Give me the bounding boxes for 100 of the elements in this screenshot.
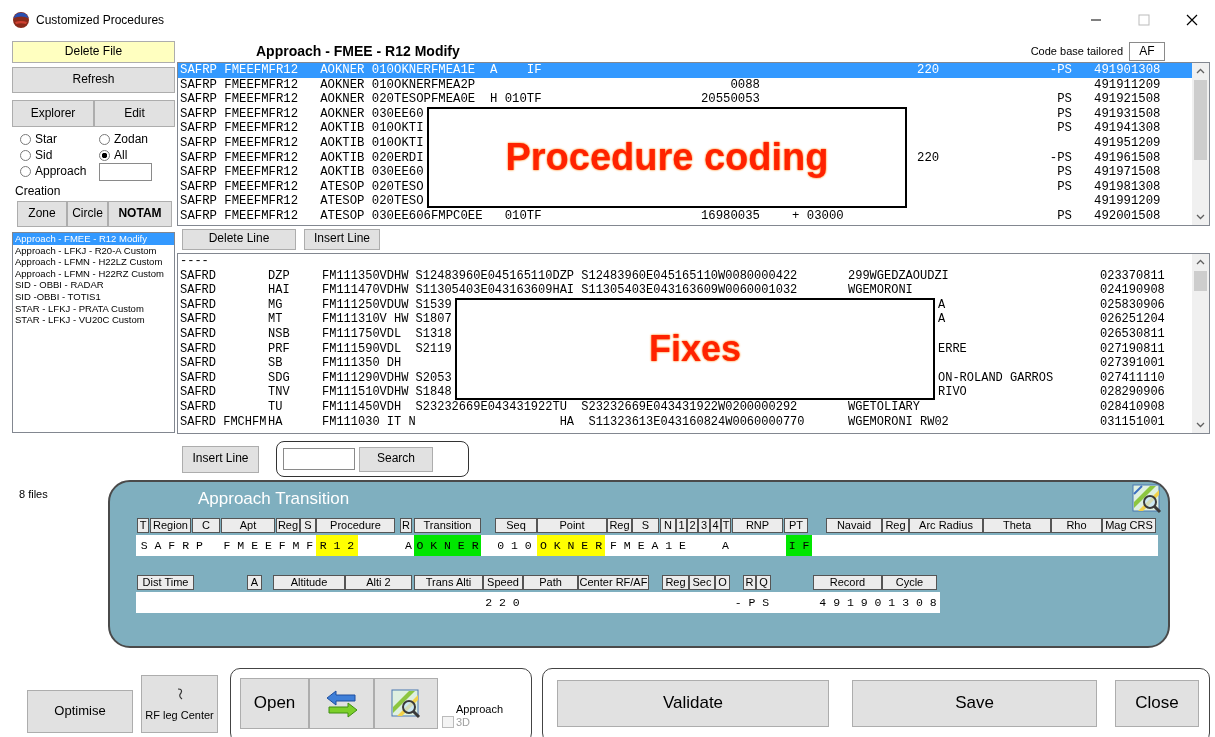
rf-leg-center-button[interactable]: RF leg Center	[141, 675, 218, 733]
fix-data: FM111310V HW S1807	[322, 312, 452, 327]
fix-ident: HA	[268, 414, 283, 429]
save-button[interactable]: Save	[852, 680, 1097, 727]
row-record: 491951209	[1094, 135, 1161, 150]
fix-data: FM111470VDHW S11305403E043163609HAI S11305403E043163609W0060001032	[322, 283, 798, 298]
close-button[interactable]: Close	[1115, 680, 1199, 727]
fix-record: 025830906	[1100, 297, 1165, 312]
annotation-label: Procedure coding	[505, 135, 829, 180]
fix-area: SAFRD FMCHFM	[180, 414, 267, 429]
fix-ident: MT	[268, 312, 283, 327]
file-list-item[interactable]: SID -OBBI - TOTIS1	[13, 290, 174, 303]
field-header: Point	[537, 518, 607, 533]
row-status: PS	[1057, 165, 1072, 180]
insert-line-button[interactable]: Insert Line	[182, 445, 259, 473]
row-record: 491901308	[1094, 63, 1161, 77]
close-icon[interactable]	[1186, 14, 1198, 26]
delete-file-button[interactable]: Delete File	[12, 41, 175, 63]
annotation-label: Fixes	[648, 327, 742, 371]
search-button[interactable]: Search	[359, 446, 433, 472]
optimise-button[interactable]: Optimise	[27, 690, 133, 733]
field-value: 0 1 0	[497, 538, 532, 554]
scrollbar-thumb[interactable]	[1194, 271, 1207, 291]
fix-record: 026530811	[1100, 326, 1165, 341]
field-header: N	[660, 518, 676, 533]
field-header: 2	[687, 518, 698, 533]
file-list-item[interactable]: STAR - LFKJ - VU20C Custom	[13, 314, 174, 326]
fix-ident: PRF	[268, 341, 290, 356]
file-list-item[interactable]: STAR - LFKJ - PRATA Custom	[13, 302, 174, 315]
field-value: 4 9 1 9 0 1 3 0 8	[818, 595, 938, 611]
delete-line-button[interactable]: Delete Line	[182, 228, 296, 250]
field-header: Sec	[689, 575, 715, 590]
edit-button[interactable]: Edit	[94, 100, 175, 127]
map-search-icon[interactable]	[1132, 484, 1162, 514]
code-base-field[interactable]: AF	[1129, 41, 1165, 61]
filter-field[interactable]	[99, 163, 152, 181]
file-list-item[interactable]: Approach - LFMN - H22LZ Custom	[13, 256, 174, 268]
field-header: Alti 2	[345, 575, 412, 590]
row-code: SAFRP FMEEFMFR12 ATESOP 030EE606FMPC0EE 010TF	[180, 208, 542, 223]
open-button[interactable]: Open	[240, 678, 309, 729]
checkbox-label: 3D	[456, 716, 471, 728]
file-list-item[interactable]: Approach - LFKJ - R20-A Custom	[13, 244, 174, 257]
row-code: SAFRP FMEEFMFR12 AOKNER 010OKNERFMEA1E A IF	[180, 63, 542, 77]
fix-record: 031151001	[1100, 414, 1165, 429]
radio-label: Approach	[35, 163, 87, 180]
field-value: I F	[786, 535, 812, 556]
field-header: S	[300, 518, 316, 533]
field-header: Trans Alti	[414, 575, 483, 590]
fix-data: FM111290VDHW S2053	[322, 370, 452, 385]
radio-label: Sid	[35, 147, 53, 164]
fix-data: FM111350 DH	[322, 356, 402, 371]
field-header: Seq	[495, 518, 537, 533]
field-header: Center RF/AF	[578, 575, 649, 590]
explorer-button[interactable]: Explorer	[12, 100, 94, 127]
radio-button[interactable]	[20, 149, 31, 161]
field-header: Cycle	[882, 575, 937, 590]
field-header: Altitude	[273, 575, 345, 590]
field-header: Region	[150, 518, 191, 533]
row-code: SAFRP FMEEFMFR12 AOKNER 020TESOPFMEA0E H 010TF	[180, 92, 542, 107]
fix-ident: DZP	[268, 268, 290, 283]
fix-area: SAFRD	[180, 297, 216, 312]
field-header: Q	[756, 575, 771, 590]
search-field[interactable]	[283, 448, 355, 470]
row-record: 491941308	[1094, 121, 1161, 136]
field-header: Procedure	[316, 518, 395, 533]
radio-button[interactable]	[20, 165, 31, 177]
creation-button[interactable]: Zone	[17, 201, 67, 227]
row-record: 492001508	[1094, 208, 1161, 223]
row-record: 491971508	[1094, 165, 1161, 180]
radio-button[interactable]	[99, 149, 110, 161]
fix-data: FM111030 IT N HA S11323613E043160824W0060000770	[322, 414, 805, 429]
fix-area: SAFRD	[180, 385, 216, 400]
refresh-button[interactable]: Refresh	[12, 67, 175, 93]
creation-label: Creation	[15, 183, 62, 199]
row-code: SAFRP FMEEFMFR12 ATESOP 020TESO	[180, 179, 424, 194]
radio-button[interactable]	[99, 133, 110, 145]
row-status: PS	[1057, 106, 1072, 121]
fix-name: WGEMORONI RW02	[848, 414, 949, 429]
creation-button[interactable]: NOTAM	[108, 201, 172, 227]
field-header: Reg	[607, 518, 632, 533]
radio-label: Star	[35, 131, 57, 148]
fix-area: SAFRD	[180, 283, 216, 298]
file-list-item[interactable]: SID - OBBI - RADAR	[13, 279, 174, 291]
row-code: SAFRP FMEEFMFR12 AOKTIB 020ERDI	[180, 150, 424, 165]
row-speed: 220	[917, 63, 940, 77]
scrollbar-thumb[interactable]	[1194, 80, 1207, 160]
validate-button[interactable]: Validate	[557, 680, 829, 727]
fix-record: 028410908	[1100, 399, 1165, 414]
map-button[interactable]	[374, 678, 438, 729]
fix-data: FM111750VDL S1318	[322, 326, 452, 341]
field-header: Arc Radius	[909, 518, 983, 533]
row-code: SAFRP FMEEFMFR12 AOKTIB 030EE60	[180, 165, 424, 180]
file-list-item[interactable]: Approach - LFMN - H22RZ Custom	[13, 267, 174, 280]
row-status: PS	[1057, 92, 1072, 107]
row-distance: 16980035	[700, 208, 760, 223]
swap-button[interactable]	[309, 678, 374, 729]
row-code: SAFRP FMEEFMFR12 AOKNER 030EE60	[180, 106, 424, 121]
creation-button[interactable]: Circle	[67, 201, 108, 227]
radio-button[interactable]	[20, 133, 31, 145]
insert-line-button[interactable]: Insert Line	[304, 228, 380, 250]
